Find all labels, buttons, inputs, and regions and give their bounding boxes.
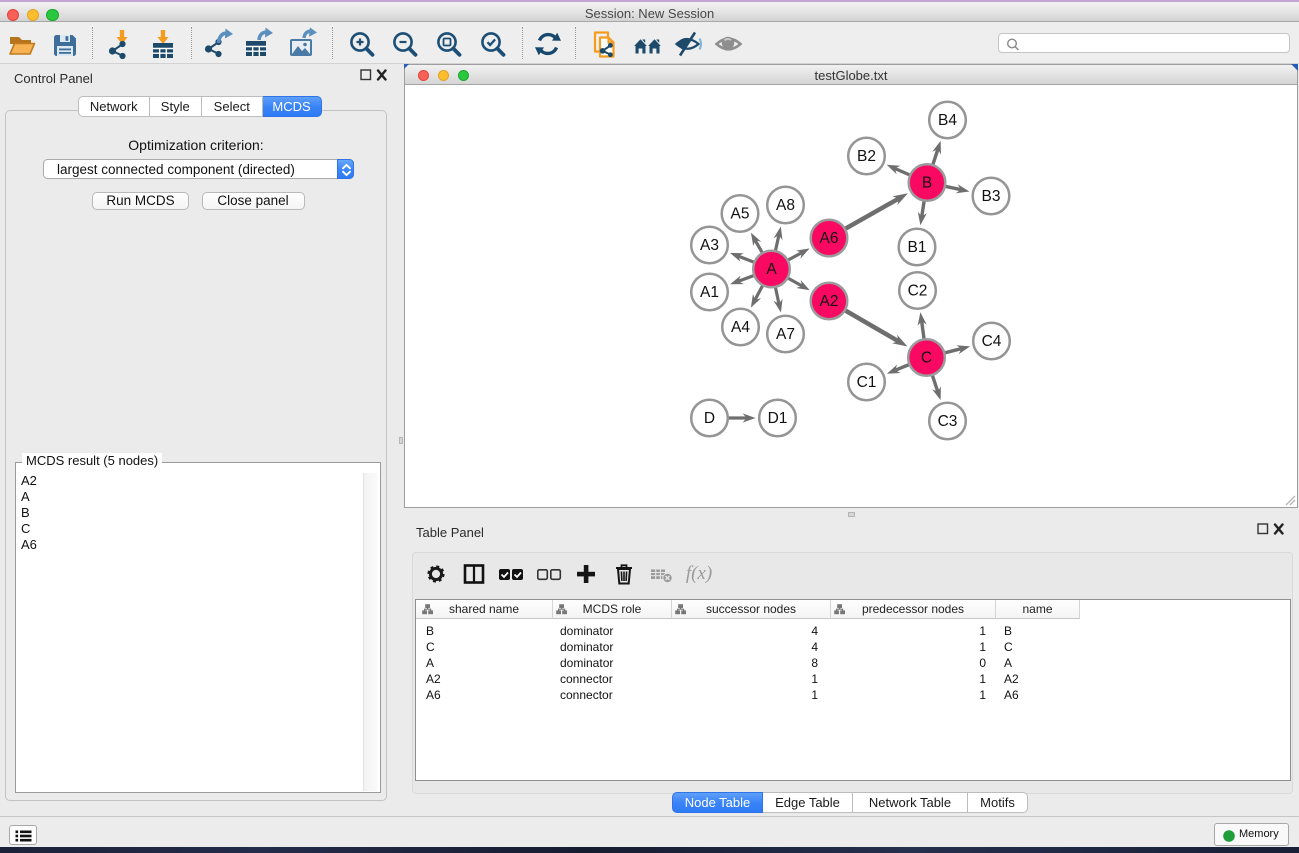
svg-text:B: B	[922, 175, 932, 192]
svg-text:A8: A8	[776, 197, 795, 214]
svg-text:A6: A6	[820, 230, 839, 247]
svg-text:A4: A4	[731, 319, 750, 336]
svg-text:B1: B1	[908, 239, 927, 256]
svg-text:B4: B4	[938, 112, 957, 129]
svg-text:C2: C2	[908, 283, 928, 300]
svg-text:C: C	[921, 350, 932, 367]
svg-text:A3: A3	[700, 237, 719, 254]
svg-text:A1: A1	[700, 284, 719, 301]
svg-text:A: A	[766, 261, 777, 278]
svg-text:B3: B3	[982, 188, 1001, 205]
svg-text:C4: C4	[982, 333, 1002, 350]
svg-text:A5: A5	[731, 206, 750, 223]
svg-text:A7: A7	[776, 326, 795, 343]
svg-text:D: D	[704, 410, 715, 427]
svg-text:A2: A2	[820, 293, 839, 310]
svg-text:C3: C3	[938, 413, 958, 430]
svg-text:f(x): f(x)	[686, 563, 712, 584]
svg-text:D1: D1	[768, 410, 788, 427]
svg-text:B2: B2	[857, 148, 876, 165]
svg-text:C1: C1	[857, 374, 877, 391]
